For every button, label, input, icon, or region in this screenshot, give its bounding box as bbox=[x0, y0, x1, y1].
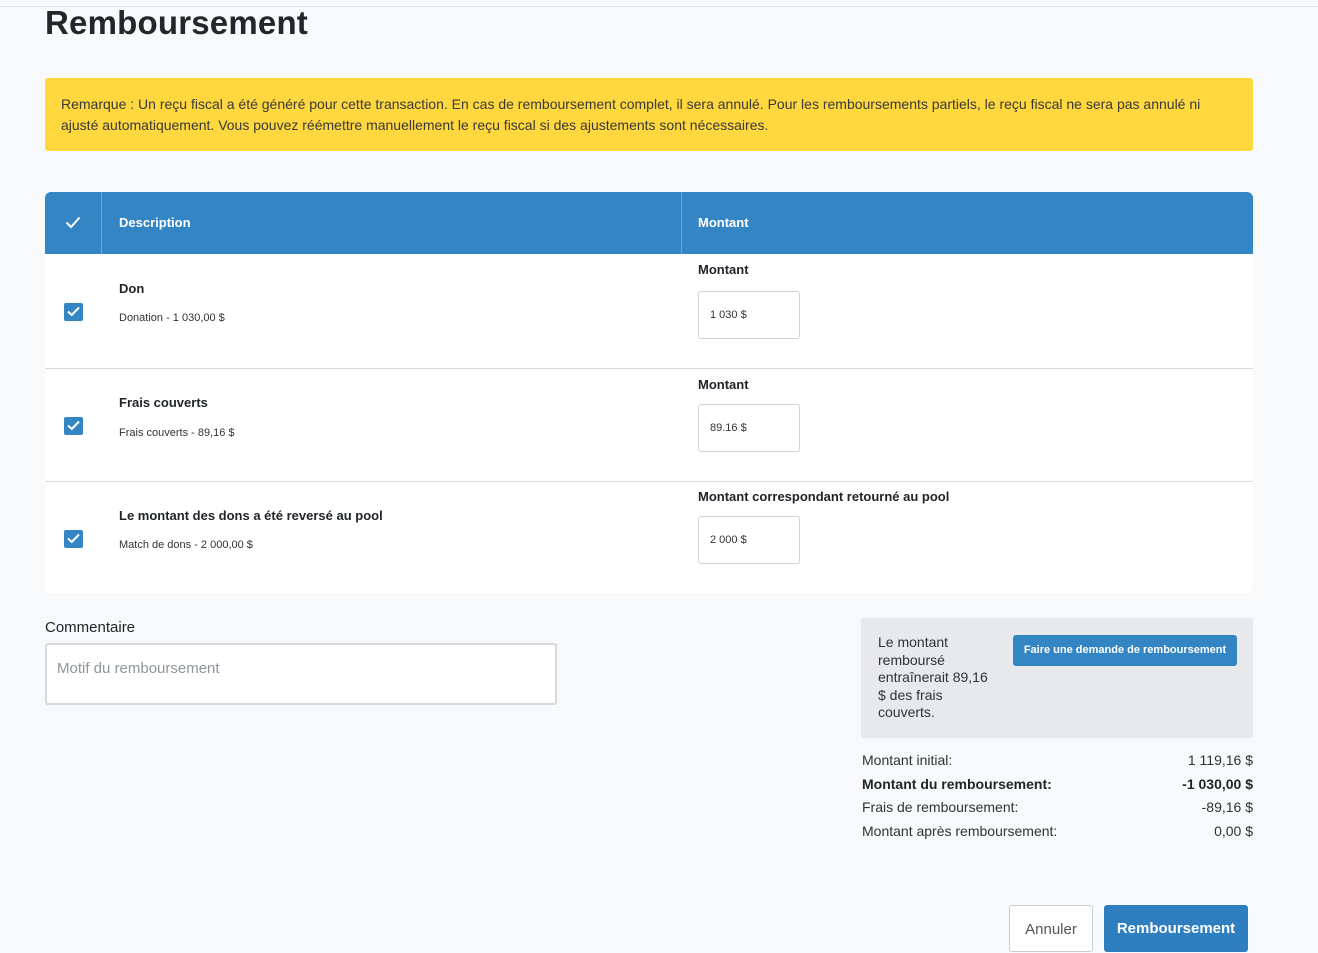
table-row: Le montant des dons a été reversé au poo… bbox=[45, 482, 1253, 593]
amount-input[interactable]: 1 030 $ bbox=[698, 291, 800, 339]
column-header-amount: Montant bbox=[698, 215, 749, 230]
table-row: Don Donation - 1 030,00 $ Montant 1 030 … bbox=[45, 254, 1253, 369]
row-checkbox[interactable] bbox=[64, 530, 83, 548]
row-subtitle: Donation - 1 030,00 $ bbox=[119, 312, 225, 324]
summary-row-after: Montant après remboursement: 0,00 $ bbox=[862, 823, 1253, 847]
summary-row-fees: Frais de remboursement: -89,16 $ bbox=[862, 799, 1253, 823]
covered-fees-info: Le montant remboursé entraînerait 89,16 … bbox=[861, 618, 1253, 738]
check-icon bbox=[67, 420, 80, 431]
refund-summary: Montant initial: 1 119,16 $ Montant du r… bbox=[862, 752, 1253, 847]
summary-row-refund: Montant du remboursement: -1 030,00 $ bbox=[862, 776, 1253, 800]
summary-label: Montant du remboursement: bbox=[862, 775, 1052, 792]
row-checkbox[interactable] bbox=[64, 303, 83, 321]
amount-input[interactable]: 2 000 $ bbox=[698, 516, 800, 564]
refund-button[interactable]: Remboursement bbox=[1104, 905, 1248, 952]
amount-label: Montant correspondant retourné au pool bbox=[698, 489, 950, 504]
summary-label: Montant après remboursement: bbox=[862, 823, 1058, 840]
table-header: Description Montant bbox=[45, 192, 1253, 254]
amount-label: Montant bbox=[698, 377, 749, 392]
cancel-button[interactable]: Annuler bbox=[1009, 905, 1093, 952]
request-refund-button[interactable]: Faire une demande de remboursement bbox=[1013, 635, 1237, 666]
refund-items-table: Description Montant Don Donation - 1 030… bbox=[45, 192, 1253, 593]
covered-fees-text: Le montant remboursé entraînerait 89,16 … bbox=[878, 634, 988, 720]
row-title: Le montant des dons a été reversé au poo… bbox=[119, 508, 383, 523]
check-icon bbox=[67, 306, 80, 317]
summary-row-initial: Montant initial: 1 119,16 $ bbox=[862, 752, 1253, 776]
amount-label: Montant bbox=[698, 262, 749, 277]
row-subtitle: Frais couverts - 89,16 $ bbox=[119, 427, 235, 439]
row-subtitle: Match de dons - 2 000,00 $ bbox=[119, 539, 253, 551]
summary-label: Frais de remboursement: bbox=[862, 799, 1019, 816]
summary-value: -89,16 $ bbox=[1201, 799, 1253, 816]
summary-value: 1 119,16 $ bbox=[1187, 752, 1253, 768]
amount-input[interactable]: 89.16 $ bbox=[698, 404, 800, 452]
row-title: Frais couverts bbox=[119, 395, 208, 410]
table-row: Frais couverts Frais couverts - 89,16 $ … bbox=[45, 369, 1253, 481]
page-title: Remboursement bbox=[45, 4, 308, 41]
column-divider bbox=[681, 192, 682, 254]
summary-value: -1 030,00 $ bbox=[1182, 775, 1253, 792]
comment-textarea[interactable]: Motif du remboursement bbox=[45, 643, 557, 705]
comment-label: Commentaire bbox=[45, 619, 136, 636]
row-title: Don bbox=[119, 281, 145, 296]
summary-value: 0,00 $ bbox=[1214, 823, 1253, 840]
select-all-checkbox[interactable] bbox=[45, 192, 102, 254]
fiscal-receipt-alert: Remarque : Un reçu fiscal a été généré p… bbox=[45, 78, 1253, 151]
check-icon bbox=[65, 216, 81, 229]
summary-label: Montant initial: bbox=[862, 752, 953, 768]
check-icon bbox=[67, 533, 80, 544]
column-header-description: Description bbox=[119, 215, 191, 230]
row-checkbox[interactable] bbox=[64, 417, 83, 435]
